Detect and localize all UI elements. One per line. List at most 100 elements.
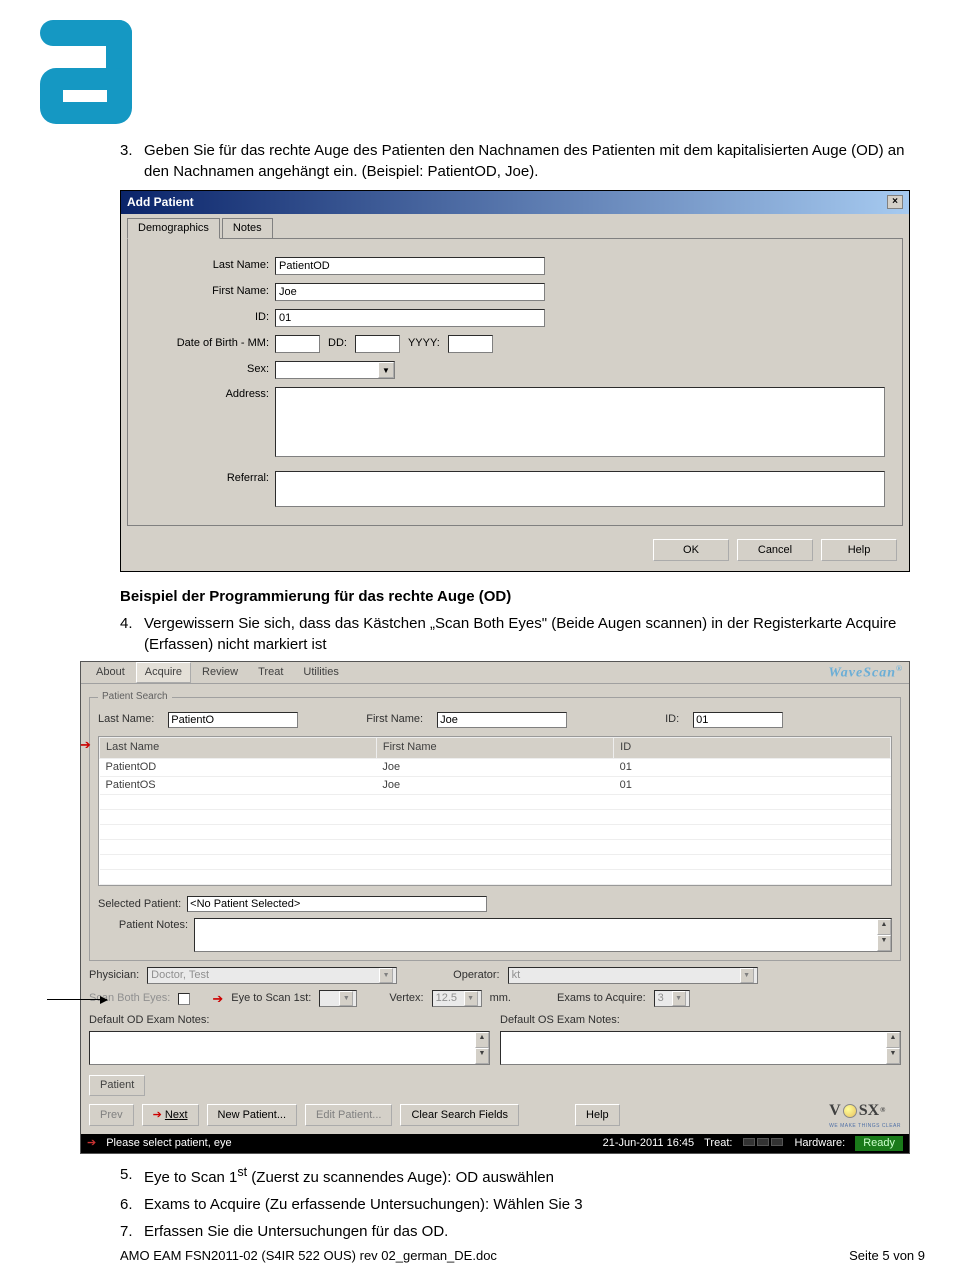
exams-dropdown[interactable]: 3 ▼ bbox=[654, 990, 690, 1007]
label-last-name: Last Name: bbox=[140, 258, 275, 273]
menu-acquire[interactable]: Acquire bbox=[136, 662, 191, 683]
scroll-up-icon[interactable]: ▲ bbox=[877, 919, 891, 935]
label-eye-to-scan-first: Eye to Scan 1st: bbox=[231, 991, 311, 1006]
eye-first-dropdown[interactable]: ▼ bbox=[319, 990, 357, 1007]
label-last-name: Last Name: bbox=[98, 712, 154, 727]
physician-dropdown[interactable]: Doctor, Test ▼ bbox=[147, 967, 397, 984]
scroll-down-icon[interactable]: ▼ bbox=[886, 1048, 900, 1064]
visx-logo: VSX® WE MAKE THINGS CLEAR bbox=[829, 1100, 901, 1129]
input-id[interactable] bbox=[275, 309, 545, 327]
menu-review[interactable]: Review bbox=[193, 662, 247, 683]
tab-demographics[interactable]: Demographics bbox=[127, 218, 220, 239]
scroll-up-icon[interactable]: ▲ bbox=[886, 1032, 900, 1048]
col-last-name[interactable]: Last Name bbox=[100, 738, 377, 758]
label-selected-patient: Selected Patient: bbox=[98, 897, 181, 912]
label-default-od-notes: Default OD Exam Notes: bbox=[89, 1013, 490, 1028]
dialog-tabs: Demographics Notes bbox=[121, 214, 909, 239]
step-num: 3. bbox=[120, 140, 144, 182]
menu-treat[interactable]: Treat bbox=[249, 662, 292, 683]
scroll-down-icon[interactable]: ▼ bbox=[475, 1048, 489, 1064]
label-first-name: First Name: bbox=[140, 284, 275, 299]
tab-notes[interactable]: Notes bbox=[222, 218, 273, 239]
step-text: Vergewissern Sie sich, dass das Kästchen… bbox=[144, 613, 925, 655]
step-num: 4. bbox=[120, 613, 144, 655]
patient-notes-box[interactable]: ▲▼ bbox=[194, 918, 892, 952]
new-patient-button[interactable]: New Patient... bbox=[207, 1104, 297, 1126]
default-od-notes-box[interactable]: ▲▼ bbox=[89, 1031, 490, 1065]
input-first-name[interactable] bbox=[275, 283, 545, 301]
step-text: Erfassen Sie die Untersuchungen für das … bbox=[144, 1221, 925, 1242]
label-yyyy: YYYY: bbox=[408, 336, 440, 351]
scroll-down-icon[interactable]: ▼ bbox=[877, 935, 891, 951]
patient-table[interactable]: Last Name First Name ID PatientOD Joe 01 bbox=[98, 736, 892, 886]
label-sex: Sex: bbox=[140, 362, 275, 377]
status-message: Please select patient, eye bbox=[106, 1136, 231, 1151]
col-first-name[interactable]: First Name bbox=[376, 738, 613, 758]
search-id[interactable] bbox=[693, 712, 783, 728]
cancel-button[interactable]: Cancel bbox=[737, 539, 813, 561]
wavescan-window: About Acquire Review Treat Utilities Wav… bbox=[80, 661, 910, 1154]
step-num: 5. bbox=[120, 1164, 144, 1188]
edit-patient-button[interactable]: Edit Patient... bbox=[305, 1104, 392, 1126]
status-hardware-value: Ready bbox=[855, 1136, 903, 1151]
label-dob: Date of Birth - MM: bbox=[140, 336, 275, 351]
annotation-arrow-icon bbox=[47, 999, 107, 1000]
label-physician: Physician: bbox=[89, 968, 139, 983]
step-num: 7. bbox=[120, 1221, 144, 1242]
chevron-down-icon: ▼ bbox=[379, 968, 393, 983]
search-last-name[interactable] bbox=[168, 712, 298, 728]
default-os-notes-box[interactable]: ▲▼ bbox=[500, 1031, 901, 1065]
close-icon[interactable]: × bbox=[887, 195, 903, 209]
add-patient-dialog: Add Patient × Demographics Notes Last Na… bbox=[120, 190, 910, 572]
help-button[interactable]: Help bbox=[821, 539, 897, 561]
arrow-icon: ➔ bbox=[87, 1136, 96, 1151]
selected-patient-field bbox=[187, 896, 487, 912]
status-date: 21-Jun-2011 16:45 bbox=[603, 1136, 695, 1151]
ws-help-button[interactable]: Help bbox=[575, 1104, 620, 1126]
menu-utilities[interactable]: Utilities bbox=[294, 662, 347, 683]
arrow-icon: ➔ bbox=[153, 1109, 162, 1121]
step-6: 6. Exams to Acquire (Zu erfassende Unter… bbox=[120, 1194, 925, 1215]
next-button[interactable]: ➔ Next bbox=[142, 1104, 199, 1126]
label-referral: Referral: bbox=[140, 471, 275, 486]
arrow-icon: ➔ bbox=[212, 992, 223, 1005]
step-text: Geben Sie für das rechte Auge des Patien… bbox=[144, 140, 925, 182]
table-row[interactable]: PatientOS Joe 01 bbox=[100, 776, 891, 794]
label-dd: DD: bbox=[328, 336, 347, 351]
arrow-icon: ➔ bbox=[80, 738, 91, 751]
textarea-referral[interactable] bbox=[275, 471, 885, 507]
patient-search-panel: Patient Search Last Name: First Name: ID… bbox=[89, 690, 901, 961]
dialog-button-row: OK Cancel Help bbox=[121, 533, 909, 571]
footer-page-number: Seite 5 von 9 bbox=[849, 1248, 925, 1263]
document-page: 3. Geben Sie für das rechte Auge des Pat… bbox=[0, 0, 960, 1273]
clear-search-button[interactable]: Clear Search Fields bbox=[400, 1104, 519, 1126]
input-dob-mm[interactable] bbox=[275, 335, 320, 353]
step-text: Eye to Scan 1st (Zuerst zu scannendes Au… bbox=[144, 1164, 925, 1188]
operator-dropdown[interactable]: kt ▼ bbox=[508, 967, 758, 984]
textarea-address[interactable] bbox=[275, 387, 885, 457]
search-first-name[interactable] bbox=[437, 712, 567, 728]
col-id[interactable]: ID bbox=[614, 738, 891, 758]
tab-patient[interactable]: Patient bbox=[89, 1075, 145, 1096]
input-dob-yyyy[interactable] bbox=[448, 335, 493, 353]
menu-about[interactable]: About bbox=[87, 662, 134, 683]
checkbox-scan-both-eyes[interactable] bbox=[178, 993, 190, 1005]
label-address: Address: bbox=[140, 387, 275, 402]
table-row[interactable]: PatientOD Joe 01 bbox=[100, 758, 891, 776]
scroll-up-icon[interactable]: ▲ bbox=[475, 1032, 489, 1048]
label-vertex: Vertex: bbox=[389, 991, 423, 1006]
label-operator: Operator: bbox=[453, 968, 499, 983]
chevron-down-icon: ▼ bbox=[672, 991, 686, 1006]
label-default-os-notes: Default OS Exam Notes: bbox=[500, 1013, 901, 1028]
dialog-title: Add Patient bbox=[127, 194, 194, 211]
step-3: 3. Geben Sie für das rechte Auge des Pat… bbox=[120, 140, 925, 182]
input-last-name[interactable] bbox=[275, 257, 545, 275]
chevron-down-icon: ▼ bbox=[464, 991, 478, 1006]
input-dob-dd[interactable] bbox=[355, 335, 400, 353]
vertex-dropdown[interactable]: 12.5 ▼ bbox=[432, 990, 482, 1007]
label-first-name: First Name: bbox=[366, 712, 423, 727]
select-sex[interactable]: ▼ bbox=[275, 361, 395, 379]
chevron-down-icon: ▼ bbox=[378, 362, 394, 378]
ok-button[interactable]: OK bbox=[653, 539, 729, 561]
prev-button[interactable]: Prev bbox=[89, 1104, 134, 1126]
